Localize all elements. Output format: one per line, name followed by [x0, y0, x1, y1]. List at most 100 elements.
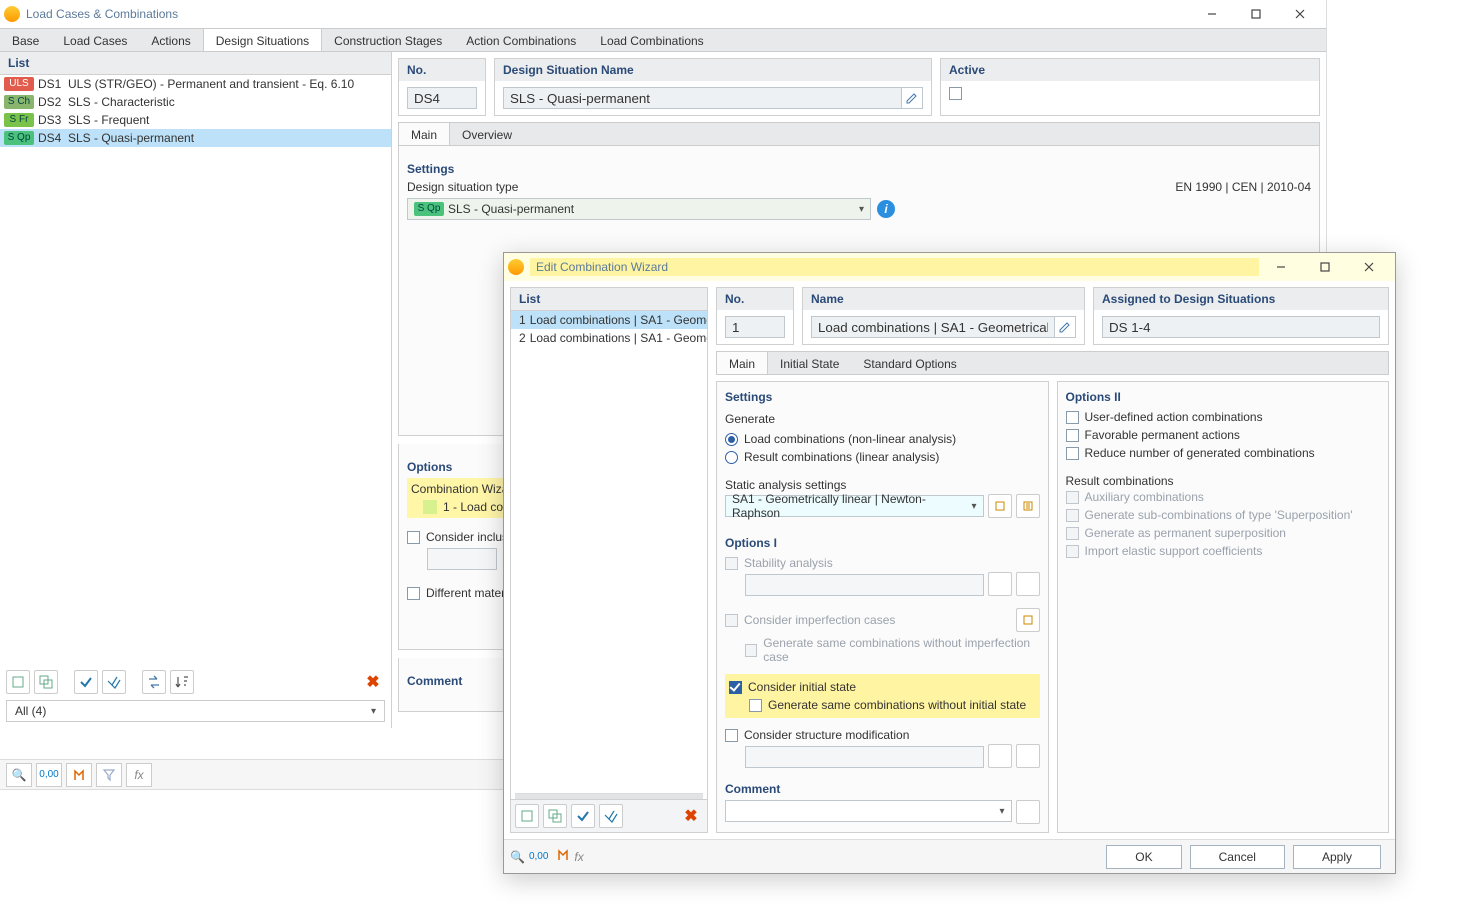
user-defined-checkbox[interactable]	[1066, 411, 1079, 424]
reduce-checkbox[interactable]	[1066, 447, 1079, 460]
tab-action-combinations[interactable]: Action Combinations	[454, 29, 588, 51]
sas-combo[interactable]: SA1 - Geometrically linear | Newton-Raph…	[725, 495, 984, 517]
subtab-overview[interactable]: Overview	[450, 123, 524, 145]
wizard-list-panel: List 1Load combinations | SA1 - Geometri…	[510, 287, 708, 833]
wiz-maximize-button[interactable]	[1303, 253, 1347, 281]
result-combinations-label: Result combinations (linear analysis)	[744, 450, 939, 464]
ds-name: SLS - Quasi-permanent	[68, 131, 387, 145]
filter-tool-icon[interactable]	[96, 763, 122, 787]
wz-units-icon[interactable]	[556, 848, 570, 865]
tab-construction-stages[interactable]: Construction Stages	[322, 29, 454, 51]
check-button[interactable]	[74, 670, 98, 694]
subcomb-checkbox	[1066, 509, 1079, 522]
perm-sup-checkbox	[1066, 527, 1079, 540]
decimals-tool-icon[interactable]: 0,00	[36, 763, 62, 787]
different-material-checkbox[interactable]	[407, 587, 420, 600]
badge: ULS	[4, 77, 34, 91]
structure-mod-label: Consider structure modification	[744, 728, 909, 742]
struct-edit-icon[interactable]	[1016, 744, 1040, 768]
wizard-list[interactable]: 1Load combinations | SA1 - Geometri2Load…	[511, 311, 707, 793]
list-item[interactable]: 2Load combinations | SA1 - Geometri	[511, 329, 707, 347]
wz-name-input[interactable]	[811, 316, 1055, 338]
consider-inclusive-checkbox[interactable]	[407, 531, 420, 544]
new-item-button[interactable]	[6, 670, 30, 694]
imperfection-edit-icon[interactable]	[1016, 608, 1040, 632]
wiz-copy-button[interactable]	[543, 804, 567, 828]
units-tool-icon[interactable]	[66, 763, 92, 787]
wiz-minimize-button[interactable]	[1259, 253, 1303, 281]
info-icon[interactable]: i	[877, 200, 895, 218]
wiz-delete-icon[interactable]: ✖	[679, 806, 703, 826]
tab-load-cases[interactable]: Load Cases	[51, 29, 139, 51]
rename-icon[interactable]	[901, 87, 923, 109]
left-panel: List ULSDS1ULS (STR/GEO) - Permanent and…	[0, 52, 392, 728]
maximize-button[interactable]	[1234, 0, 1278, 28]
wiz-check-all-button[interactable]	[599, 804, 623, 828]
tab-design-situations[interactable]: Design Situations	[203, 29, 322, 51]
wz-tab-main[interactable]: Main	[717, 352, 768, 374]
consider-inclusive-label: Consider inclusi	[426, 530, 511, 544]
active-checkbox[interactable]	[949, 87, 962, 100]
favorable-checkbox[interactable]	[1066, 429, 1079, 442]
sas-label: Static analysis settings	[725, 478, 1040, 492]
wz-tab-initial-state[interactable]: Initial State	[768, 352, 851, 374]
wiz-new-button[interactable]	[515, 804, 539, 828]
wz-comment-heading: Comment	[725, 782, 1040, 796]
wz-no-input[interactable]	[725, 316, 785, 338]
cancel-button[interactable]: Cancel	[1190, 845, 1285, 869]
result-combinations-radio[interactable]	[725, 451, 738, 464]
wz-name-label: Name	[803, 288, 1084, 310]
search-tool-icon[interactable]: 🔍	[6, 763, 32, 787]
active-label: Active	[941, 59, 1319, 81]
result-combinations-heading: Result combinations	[1066, 474, 1381, 488]
close-button[interactable]	[1278, 0, 1322, 28]
initial-state-sub-checkbox[interactable]	[749, 699, 762, 712]
sas-new-icon[interactable]	[988, 494, 1012, 518]
main-title: Load Cases & Combinations	[26, 7, 1190, 21]
list-item[interactable]: 1Load combinations | SA1 - Geometri	[511, 311, 707, 329]
structure-mod-checkbox[interactable]	[725, 729, 738, 742]
subtab-main[interactable]: Main	[399, 123, 450, 145]
wiz-check-button[interactable]	[571, 804, 595, 828]
wz-search-icon[interactable]: 🔍	[510, 850, 525, 864]
ok-button[interactable]: OK	[1106, 845, 1181, 869]
initial-state-label: Consider initial state	[748, 680, 856, 694]
swap-button[interactable]	[142, 670, 166, 694]
tab-base[interactable]: Base	[0, 29, 51, 51]
ds-type-combo[interactable]: S Qp SLS - Quasi-permanent ▾	[407, 198, 871, 220]
wz-rename-icon[interactable]	[1054, 316, 1076, 338]
wz-decimals-icon[interactable]: 0,00	[529, 851, 548, 862]
wz-tab-standard-options[interactable]: Standard Options	[851, 352, 968, 374]
minimize-button[interactable]	[1190, 0, 1234, 28]
wz-assigned-label: Assigned to Design Situations	[1094, 288, 1388, 310]
sort-button[interactable]	[170, 670, 194, 694]
wz-comment-edit-icon[interactable]	[1016, 800, 1040, 824]
delete-icon[interactable]: ✖	[361, 672, 385, 692]
wz-script-icon[interactable]: fx	[574, 850, 583, 864]
list-item[interactable]: ULSDS1ULS (STR/GEO) - Permanent and tran…	[0, 75, 391, 93]
stability-new-icon	[988, 572, 1012, 596]
design-situation-list[interactable]: ULSDS1ULS (STR/GEO) - Permanent and tran…	[0, 75, 391, 666]
check-all-button[interactable]	[102, 670, 126, 694]
list-item[interactable]: S FrDS3SLS - Frequent	[0, 111, 391, 129]
struct-new-icon[interactable]	[988, 744, 1012, 768]
ds-code: DS2	[38, 95, 68, 109]
list-item[interactable]: S QpDS4SLS - Quasi-permanent	[0, 129, 391, 147]
no-input[interactable]	[407, 87, 477, 109]
wz-comment-combo[interactable]	[725, 800, 1012, 822]
wz-assigned-input[interactable]	[1102, 316, 1380, 338]
apply-button[interactable]: Apply	[1293, 845, 1381, 869]
copy-item-button[interactable]	[34, 670, 58, 694]
list-item[interactable]: S ChDS2SLS - Characteristic	[0, 93, 391, 111]
filter-combo[interactable]: All (4)	[6, 700, 385, 722]
options-2-heading: Options II	[1066, 390, 1381, 404]
sas-edit-icon[interactable]	[1016, 494, 1040, 518]
load-combinations-radio[interactable]	[725, 433, 738, 446]
script-tool-icon[interactable]: fx	[126, 763, 152, 787]
list-toolbar: ✖	[0, 666, 391, 698]
tab-load-combinations[interactable]: Load Combinations	[588, 29, 715, 51]
wiz-close-button[interactable]	[1347, 253, 1391, 281]
initial-state-checkbox[interactable]	[729, 681, 742, 694]
name-input[interactable]	[503, 87, 902, 109]
tab-actions[interactable]: Actions	[139, 29, 202, 51]
